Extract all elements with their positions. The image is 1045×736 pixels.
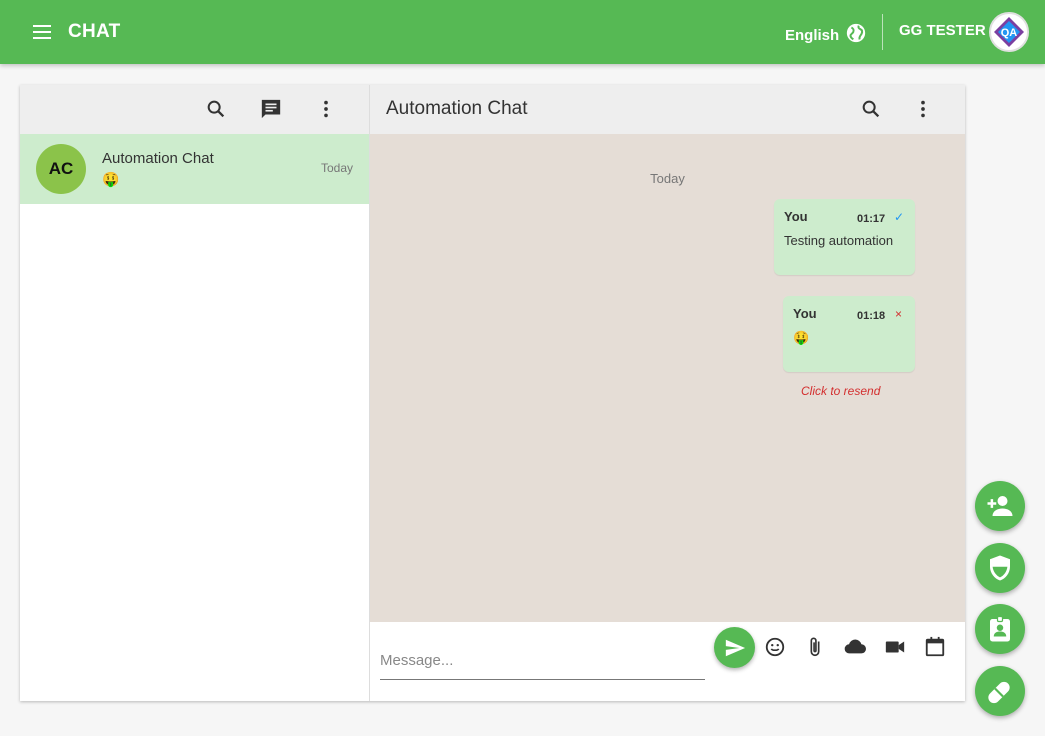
chat-pane: Automation Chat Today You 01:17 ✓ Testin… (370, 85, 965, 701)
message-text: 🤑 (793, 330, 810, 345)
resend-link[interactable]: Click to resend (801, 384, 880, 398)
send-icon (725, 639, 745, 656)
message-time: 01:17 (857, 213, 886, 225)
message-composer (370, 622, 965, 701)
conversation-time: Today (320, 161, 353, 175)
delivered-check-icon: ✓ (894, 210, 905, 224)
chat-search-icon[interactable] (859, 97, 883, 121)
conversation-item[interactable]: AC Automation Chat 🤑 Today (20, 134, 369, 204)
user-avatar[interactable]: QA (989, 12, 1029, 52)
add-person-button[interactable] (975, 481, 1025, 531)
more-vert-icon[interactable] (314, 97, 338, 121)
conversation-avatar: AC (36, 144, 86, 194)
conversation-preview: 🤑 (102, 171, 120, 187)
message-text: Testing automation (784, 233, 894, 248)
conversation-list-pane: AC Automation Chat 🤑 Today (20, 85, 370, 701)
menu-icon[interactable] (30, 22, 54, 42)
chat-more-vert-icon[interactable] (911, 97, 935, 121)
calendar-icon[interactable] (923, 635, 947, 659)
pill-button[interactable] (975, 666, 1025, 716)
chat-title: Automation Chat (386, 98, 528, 119)
add-person-icon (987, 496, 1013, 516)
message-bubble[interactable]: You 01:17 ✓ Testing automation (774, 199, 915, 275)
conversation-name: Automation Chat (102, 150, 214, 167)
language-selector[interactable]: English (785, 22, 867, 48)
chat-panel: AC Automation Chat 🤑 Today Automation Ch… (20, 85, 965, 701)
date-separator: Today (650, 171, 685, 186)
message-sender: You (784, 209, 808, 224)
send-button[interactable] (714, 627, 755, 668)
new-chat-icon[interactable] (259, 97, 283, 121)
top-app-bar: CHAT English GG TESTER QA (0, 0, 1045, 64)
emoji-icon[interactable] (763, 635, 787, 659)
search-icon[interactable] (204, 97, 228, 121)
user-name: GG TESTER (899, 22, 986, 39)
language-label: English (785, 26, 840, 44)
app-title: CHAT (68, 21, 121, 42)
message-bubble[interactable]: You 01:18 × 🤑 (783, 296, 915, 372)
message-area: Today You 01:17 ✓ Testing automation You… (370, 134, 965, 622)
contact-badge-button[interactable] (975, 604, 1025, 654)
pill-icon (988, 681, 1010, 704)
message-input[interactable] (380, 642, 705, 680)
header-divider (882, 14, 883, 50)
message-time: 01:18 (857, 310, 886, 322)
shield-icon (990, 555, 1010, 581)
globe-icon (845, 22, 867, 48)
attach-icon[interactable] (803, 635, 827, 659)
avatar-text: QA (1001, 27, 1018, 39)
conversation-list-header (20, 85, 369, 134)
contact-badge-icon (990, 615, 1010, 642)
qa-logo-icon: QA (994, 17, 1024, 47)
failed-x-icon: × (895, 307, 903, 321)
chat-header: Automation Chat (370, 85, 965, 134)
cloud-icon[interactable] (843, 635, 867, 659)
security-button[interactable] (975, 543, 1025, 593)
video-camera-icon[interactable] (883, 635, 907, 659)
message-sender: You (793, 306, 817, 321)
